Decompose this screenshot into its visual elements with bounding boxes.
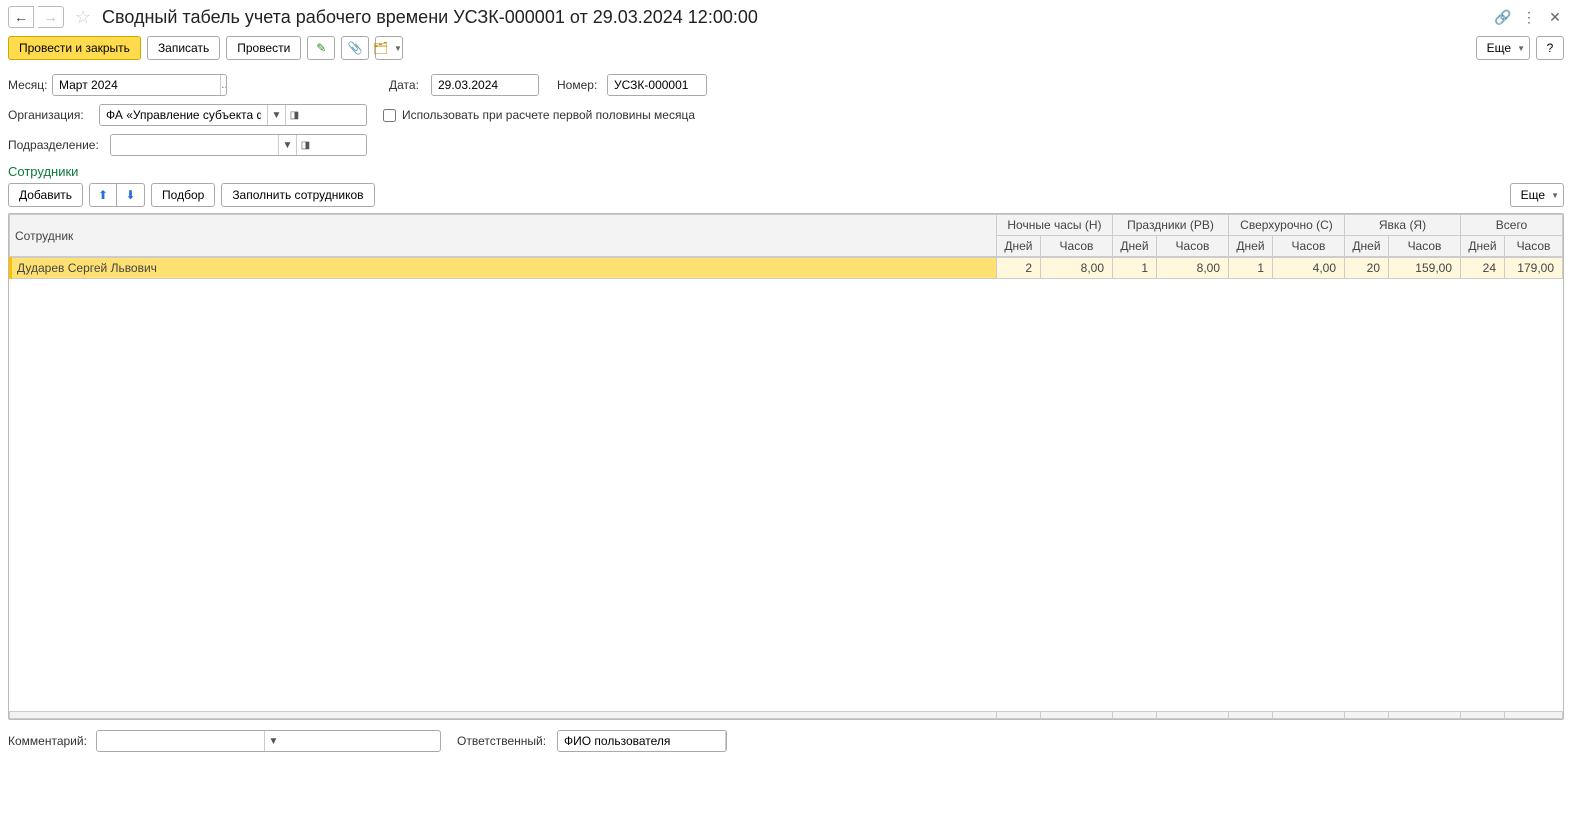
open-icon[interactable]: ◨: [285, 105, 303, 125]
use-first-half-checkbox[interactable]: Использовать при расчете первой половины…: [383, 108, 695, 122]
fill-employees-button[interactable]: Заполнить сотрудников: [221, 183, 374, 207]
dropdown-icon[interactable]: ▼: [278, 135, 296, 155]
table-row[interactable]: Дударев Сергей Львович 2 8,00 1 8,00 1 4…: [11, 258, 1563, 279]
move-down-button[interactable]: ⬇: [117, 183, 145, 207]
col-days[interactable]: Дней: [1344, 236, 1388, 257]
nav-back-button[interactable]: ←: [8, 6, 34, 28]
col-employee[interactable]: Сотрудник: [10, 215, 997, 257]
dropdown-icon[interactable]: ▼: [264, 731, 282, 751]
favorite-star-icon[interactable]: ☆: [72, 6, 94, 28]
move-up-button[interactable]: ⬆: [89, 183, 117, 207]
col-days[interactable]: Дней: [1461, 236, 1505, 257]
col-holiday[interactable]: Праздники (РВ): [1112, 215, 1228, 236]
col-days[interactable]: Дней: [996, 236, 1040, 257]
dept-label: Подразделение:: [8, 138, 104, 152]
org-input[interactable]: ▼ ◨: [99, 104, 367, 126]
col-night[interactable]: Ночные часы (Н): [996, 215, 1112, 236]
col-hours[interactable]: Часов: [1505, 236, 1563, 257]
chevron-down-icon: ▼: [1551, 191, 1559, 200]
col-days[interactable]: Дней: [1112, 236, 1156, 257]
col-attendance[interactable]: Явка (Я): [1344, 215, 1460, 236]
comment-label: Комментарий:: [8, 734, 90, 748]
section-more-button[interactable]: Еще▼: [1510, 183, 1564, 207]
org-label: Организация:: [8, 108, 93, 122]
dept-input[interactable]: ▼ ◨: [110, 134, 367, 156]
chevron-down-icon: ▼: [1517, 44, 1525, 53]
col-hours[interactable]: Часов: [1156, 236, 1228, 257]
post-and-close-button[interactable]: Провести и закрыть: [8, 36, 141, 60]
chevron-down-icon: ▼: [394, 44, 402, 53]
post-button[interactable]: Провести: [226, 36, 301, 60]
number-input[interactable]: [607, 74, 707, 96]
col-hours[interactable]: Часов: [1388, 236, 1460, 257]
help-button[interactable]: ?: [1536, 36, 1564, 60]
open-icon[interactable]: ◨: [296, 135, 314, 155]
cell-employee-name[interactable]: Дударев Сергей Львович: [11, 258, 997, 279]
print-dropdown-button[interactable]: 🗂▼: [375, 36, 403, 60]
attach-icon-button[interactable]: 📎: [341, 36, 369, 60]
date-input[interactable]: 📅: [431, 74, 539, 96]
col-hours[interactable]: Часов: [1272, 236, 1344, 257]
save-button[interactable]: Записать: [147, 36, 220, 60]
more-button[interactable]: Еще▼: [1476, 36, 1530, 60]
add-button[interactable]: Добавить: [8, 183, 83, 207]
month-input[interactable]: … ▲ ▼: [52, 74, 227, 96]
employees-table[interactable]: Сотрудник Ночные часы (Н) Праздники (РВ)…: [8, 213, 1564, 720]
responsible-input[interactable]: ▼ ◨: [557, 730, 727, 752]
month-label: Месяц:: [8, 78, 46, 92]
employees-section-title: Сотрудники: [8, 160, 1564, 181]
dropdown-icon[interactable]: ▼: [725, 731, 727, 751]
col-total[interactable]: Всего: [1461, 215, 1563, 236]
dropdown-icon[interactable]: ▼: [267, 105, 285, 125]
paperclip-icon: 📎: [348, 41, 363, 55]
page-title: Сводный табель учета рабочего времени УС…: [102, 7, 1490, 28]
date-label: Дата:: [389, 78, 425, 92]
close-icon[interactable]: ✕: [1546, 8, 1564, 26]
responsible-label: Ответственный:: [457, 734, 551, 748]
link-icon[interactable]: 🔗: [1494, 8, 1512, 26]
edit-icon-button[interactable]: ✎: [307, 36, 335, 60]
comment-input[interactable]: ▼: [96, 730, 441, 752]
select-button[interactable]: Подбор: [151, 183, 215, 207]
col-overtime[interactable]: Сверхурочно (С): [1228, 215, 1344, 236]
ellipsis-icon[interactable]: …: [220, 75, 227, 95]
col-days[interactable]: Дней: [1228, 236, 1272, 257]
kebab-menu-icon[interactable]: ⋮: [1520, 8, 1538, 26]
pencil-icon: ✎: [316, 41, 326, 55]
nav-forward-button[interactable]: →: [38, 6, 64, 28]
col-hours[interactable]: Часов: [1040, 236, 1112, 257]
number-label: Номер:: [557, 78, 601, 92]
gear-icon: 🗂: [373, 41, 388, 55]
